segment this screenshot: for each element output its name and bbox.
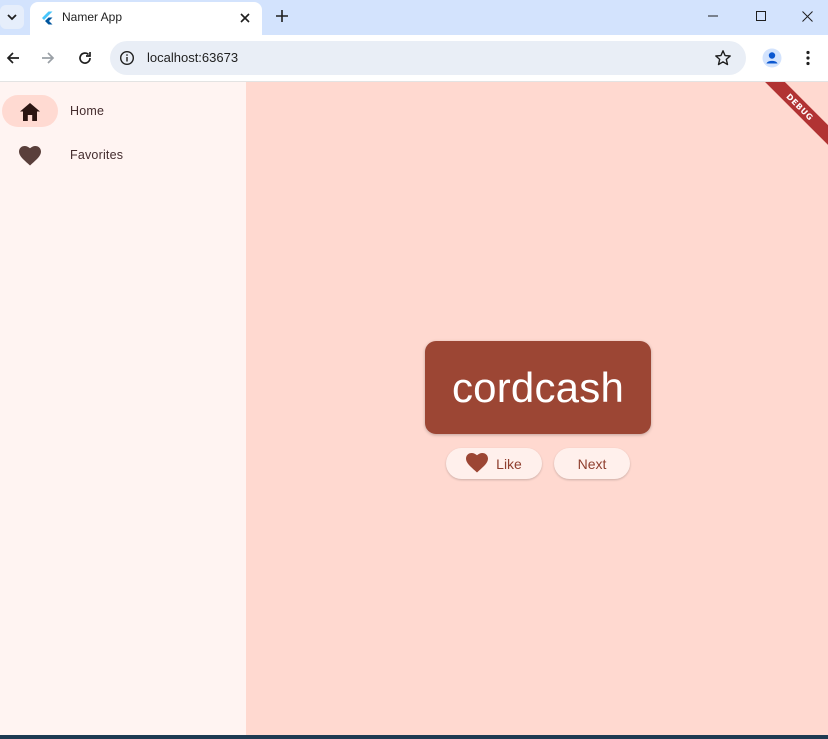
browser-tab-bar: Namer App (0, 0, 828, 35)
maximize-button[interactable] (738, 0, 784, 32)
debug-banner-label: DEBUG (784, 91, 816, 123)
generator-page: cordcash Like Next DEBUG (246, 82, 828, 735)
reload-button[interactable] (72, 45, 98, 71)
os-taskbar-edge (0, 735, 828, 739)
address-bar[interactable]: localhost:63673 (110, 41, 746, 75)
maximize-icon (756, 11, 766, 21)
close-icon (240, 13, 250, 23)
tab-list-button[interactable] (0, 5, 24, 29)
chevron-down-icon (7, 14, 17, 21)
like-button[interactable]: Like (446, 448, 542, 479)
star-icon[interactable] (714, 49, 732, 67)
next-button-label: Next (577, 455, 607, 472)
next-button[interactable]: Next (554, 448, 630, 479)
back-button[interactable] (0, 45, 26, 71)
heart-icon (466, 452, 489, 475)
rail-item-label: Home (70, 104, 105, 118)
flutter-icon (42, 11, 53, 25)
close-window-button[interactable] (784, 0, 828, 32)
kebab-menu-icon (806, 50, 810, 66)
minimize-button[interactable] (690, 0, 736, 32)
navigation-rail: Home Favorites (0, 82, 246, 735)
tab-title: Namer App (62, 10, 123, 24)
rail-item-favorites[interactable]: Favorites (0, 135, 246, 175)
plus-icon (276, 10, 288, 22)
forward-button[interactable] (35, 45, 61, 71)
url-text[interactable]: localhost:63673 (147, 50, 238, 65)
forward-arrow-icon (42, 52, 55, 64)
like-button-label: Like (496, 455, 522, 472)
rail-item-label: Favorites (70, 148, 124, 162)
profile-icon (762, 48, 782, 68)
tab-close-button[interactable] (236, 9, 254, 27)
browser-menu-button[interactable] (795, 45, 821, 71)
home-icon (18, 100, 42, 124)
word-pair-text: cordcash (451, 363, 625, 411)
browser-tab[interactable]: Namer App (30, 2, 262, 35)
app-root: Home Favorites cordcash Like Next DEBUG (0, 82, 828, 735)
profile-button[interactable] (759, 45, 785, 71)
browser-toolbar: localhost:63673 (0, 35, 828, 82)
info-icon[interactable] (119, 50, 135, 66)
back-arrow-icon (6, 52, 19, 64)
heart-icon (18, 144, 42, 168)
minimize-icon (708, 15, 718, 17)
debug-banner: DEBUG (756, 82, 828, 151)
rail-item-home[interactable]: Home (0, 91, 246, 131)
reload-icon (79, 52, 91, 64)
word-pair-card: cordcash (425, 341, 651, 434)
new-tab-button[interactable] (271, 5, 293, 27)
close-icon (801, 10, 813, 22)
